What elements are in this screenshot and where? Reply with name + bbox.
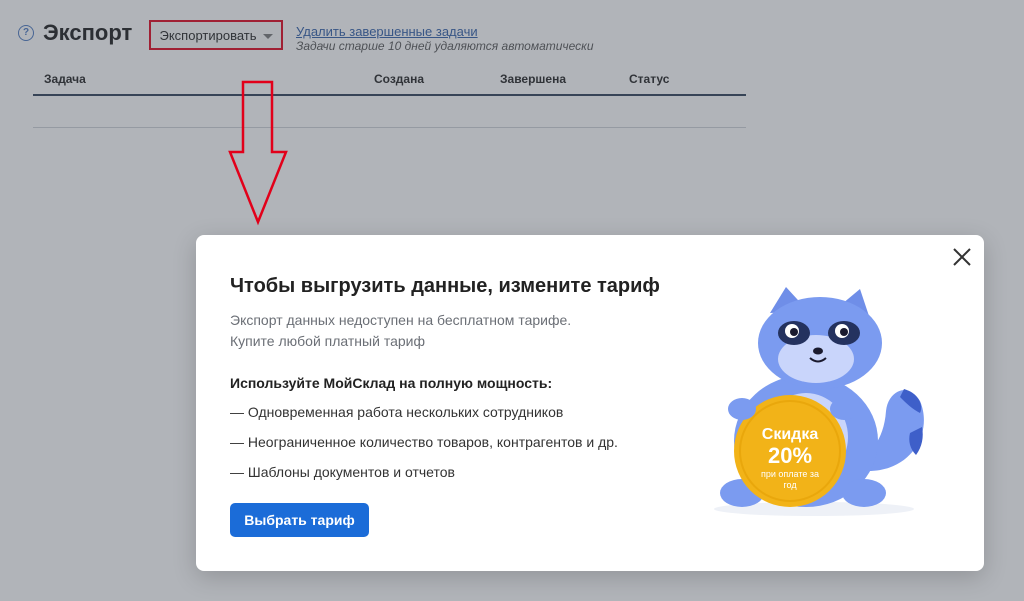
modal-subtitle-line: Экспорт данных недоступен на бесплатном … bbox=[230, 312, 572, 328]
discount-badge-value: 20% bbox=[768, 443, 812, 468]
discount-badge-note: при оплате за bbox=[761, 469, 819, 479]
modal-title: Чтобы выгрузить данные, измените тариф bbox=[230, 275, 660, 297]
raccoon-mascot-image: Скидка 20% при оплате за год bbox=[714, 287, 924, 516]
upgrade-modal: Чтобы выгрузить данные, измените тариф Э… bbox=[196, 235, 984, 571]
feature-item: — Одновременная работа нескольких сотруд… bbox=[230, 404, 564, 420]
close-icon[interactable] bbox=[950, 245, 974, 269]
choose-plan-button[interactable]: Выбрать тариф bbox=[230, 503, 369, 537]
feature-item: — Шаблоны документов и отчетов bbox=[230, 464, 455, 480]
red-down-arrow-annotation bbox=[228, 80, 288, 226]
discount-badge-note: год bbox=[783, 480, 797, 490]
discount-badge-title: Скидка bbox=[762, 426, 819, 443]
features-heading: Используйте МойСклад на полную мощность: bbox=[230, 375, 553, 391]
modal-subtitle-line: Купите любой платный тариф bbox=[230, 333, 425, 349]
feature-item: — Неограниченное количество товаров, кон… bbox=[230, 434, 618, 450]
